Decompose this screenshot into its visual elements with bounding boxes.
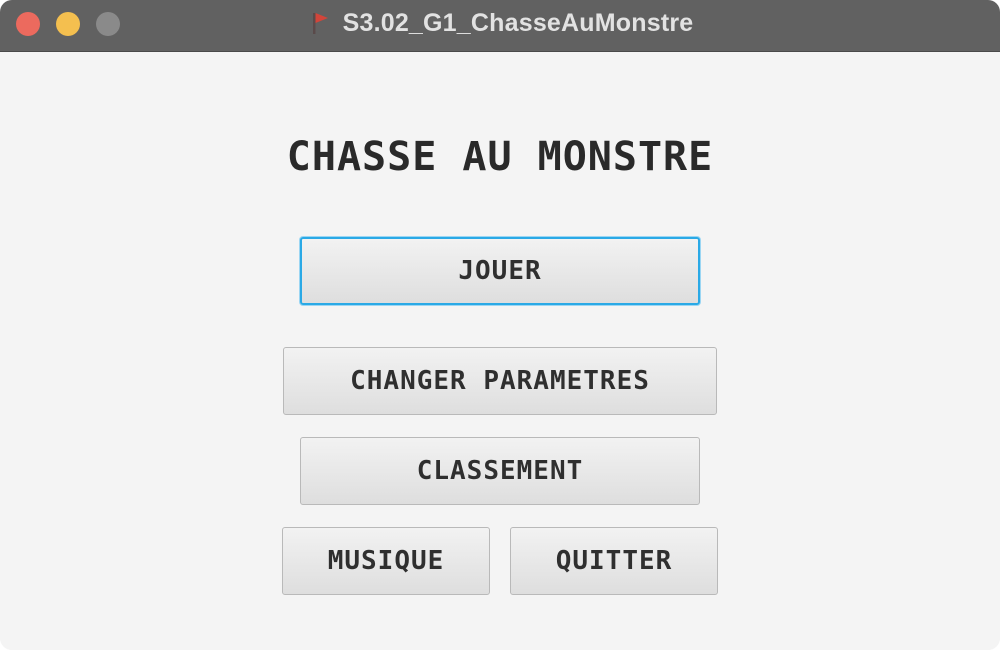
change-settings-button[interactable]: CHANGER PARAMETRES [283, 347, 717, 415]
play-button[interactable]: JOUER [300, 237, 700, 305]
title-bar[interactable]: S3.02_G1_ChasseAuMonstre [0, 0, 1000, 52]
main-menu: CHASSE AU MONSTRE JOUER CHANGER PARAMETR… [0, 52, 1000, 650]
red-flag-icon [312, 13, 328, 34]
ranking-button[interactable]: CLASSEMENT [300, 437, 700, 505]
app-window: S3.02_G1_ChasseAuMonstre CHASSE AU MONST… [0, 0, 1000, 650]
quit-button[interactable]: QUITTER [510, 527, 718, 595]
window-title: S3.02_G1_ChasseAuMonstre [342, 8, 694, 37]
music-button[interactable]: MUSIQUE [282, 527, 490, 595]
window-title-area: S3.02_G1_ChasseAuMonstre [0, 0, 1000, 46]
game-title: CHASSE AU MONSTRE [286, 134, 714, 180]
